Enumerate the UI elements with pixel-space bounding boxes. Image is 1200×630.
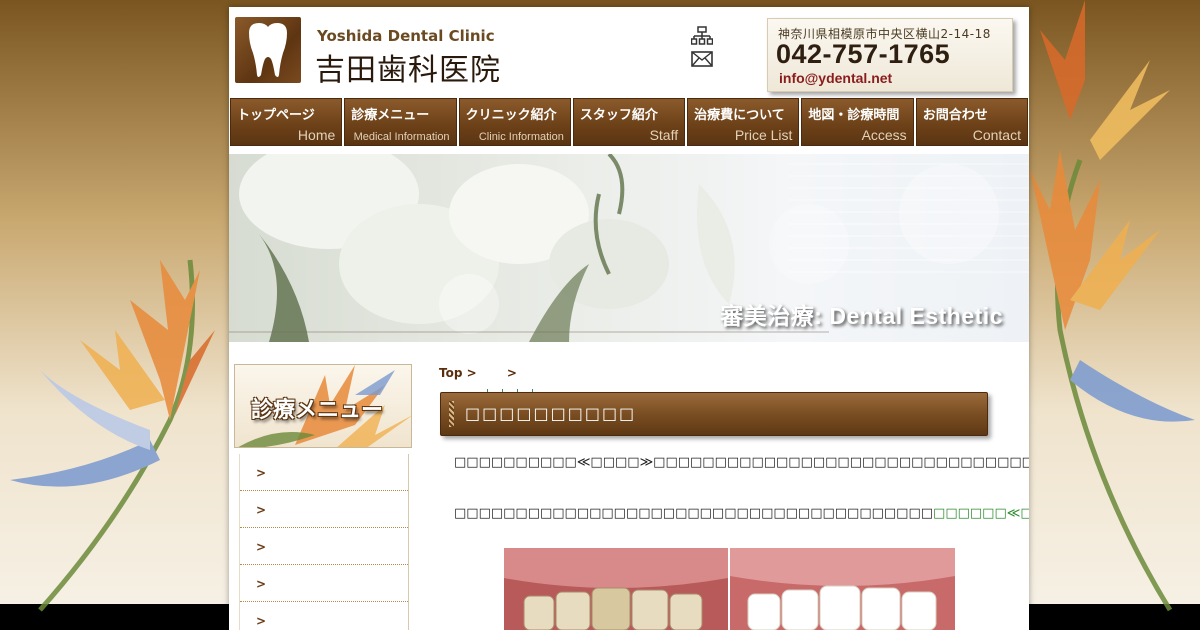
contact-card: 神奈川県相模原市中央区横山2-14-18 042-757-1765 info@y… xyxy=(767,18,1013,92)
nav-item-label-en: Access xyxy=(861,127,907,143)
before-treatment-photo xyxy=(504,548,728,630)
nav-item-label-jp: お問合わせ xyxy=(922,108,988,123)
sitemap-icon[interactable] xyxy=(691,26,713,46)
sidebar: 診療メニュー > > > > > xyxy=(234,364,412,630)
nav-item-label-jp: スタッフ紹介 xyxy=(579,108,658,123)
detail-paragraph: □□□□□□□□□□□□□□□□□□□□□□□□□□□□□□□□□□□□□□□□… xyxy=(454,504,1029,524)
menu-arrow: > xyxy=(256,540,267,554)
sidebar-menu-item[interactable]: > xyxy=(240,491,408,528)
menu-arrow: > xyxy=(256,466,267,480)
banner-title: 審美治療: Dental Esthetic xyxy=(720,303,1003,329)
sidebar-menu-item[interactable]: > xyxy=(240,602,408,630)
nav-item-label-jp: 診療メニュー xyxy=(351,108,430,123)
section-grip-decoration xyxy=(449,401,454,427)
nav-item-label-en: Medical Information xyxy=(353,131,450,143)
nav-item-label-jp: クリニック紹介 xyxy=(465,108,557,123)
sidebar-heading-box: 診療メニュー xyxy=(234,364,412,448)
nav-item-label-jp: トップページ xyxy=(237,108,315,123)
section-header: □□□□□□□□□□ xyxy=(440,392,988,436)
sidebar-menu-item[interactable]: > xyxy=(240,528,408,565)
menu-arrow: > xyxy=(256,614,267,628)
bird-of-paradise-decoration-left xyxy=(10,259,215,612)
nav-item-label-jp: 地図・診療時間 xyxy=(808,108,900,123)
clinic-name-english: Yoshida Dental Clinic xyxy=(317,27,495,45)
main-navigation: トップページ Home 診療メニュー Medical Information ク… xyxy=(230,98,1028,146)
nav-clinic-information[interactable]: クリニック紹介 Clinic Information xyxy=(458,98,571,146)
clinic-email[interactable]: info@ydental.net xyxy=(779,70,892,86)
highlighted-link[interactable]: □□□□□□≪□□□□≫□□□ xyxy=(933,506,1029,521)
section-title: □□□□□□□□□□ xyxy=(465,404,637,423)
after-treatment-photo xyxy=(730,548,955,630)
tooth-icon xyxy=(249,23,287,77)
nav-item-label-en: Contact xyxy=(972,127,1021,143)
nav-staff[interactable]: スタッフ紹介 Staff xyxy=(572,98,686,146)
sidebar-menu-item[interactable]: > xyxy=(240,454,408,491)
breadcrumb-separator: > xyxy=(466,366,477,380)
sidebar-heading: 診療メニュー xyxy=(251,398,384,423)
sidebar-menu: > > > > > xyxy=(239,454,409,630)
nav-item-label-en: Home xyxy=(297,127,336,143)
menu-arrow: > xyxy=(256,577,267,591)
paragraph-text: □□□□□□□□□□□□□□□□□□□□□□□□□□□□□□□□□□□□□□□ xyxy=(454,506,934,521)
nav-contact[interactable]: お問合わせ Contact xyxy=(915,98,1028,146)
tooth-logo[interactable] xyxy=(235,17,301,83)
intro-paragraph: □□□□□□□□□□≪□□□□≫□□□□□□□□□□□□□□□□□□□□□□□□… xyxy=(454,455,1029,470)
sidebar-menu-item[interactable]: > xyxy=(240,565,408,602)
clinic-name-japanese: 吉田歯科医院 xyxy=(315,53,501,88)
breadcrumb-separator: > xyxy=(506,366,517,380)
nav-access[interactable]: 地図・診療時間 Access xyxy=(801,98,914,146)
clinic-phone[interactable]: 042-757-1765 xyxy=(776,39,950,70)
hero-banner: 審美治療: Dental Esthetic xyxy=(229,154,1029,342)
breadcrumb-top-link[interactable]: Top xyxy=(439,366,462,380)
nav-item-label-en: Staff xyxy=(649,127,679,143)
menu-arrow: > xyxy=(256,503,267,517)
nav-price-list[interactable]: 治療費について Price List xyxy=(687,98,800,146)
breadcrumb: Top > > xyxy=(439,366,517,380)
page-container: Yoshida Dental Clinic 吉田歯科医院 神奈川県相模原市中央区… xyxy=(229,7,1029,630)
mail-icon[interactable] xyxy=(691,51,713,67)
nav-home[interactable]: トップページ Home xyxy=(230,98,343,146)
nav-item-label-en: Price List xyxy=(734,127,793,143)
nav-item-label-en: Clinic Information xyxy=(478,131,564,143)
nav-item-label-jp: 治療費について xyxy=(694,108,785,123)
nav-medical-information[interactable]: 診療メニュー Medical Information xyxy=(344,98,457,146)
